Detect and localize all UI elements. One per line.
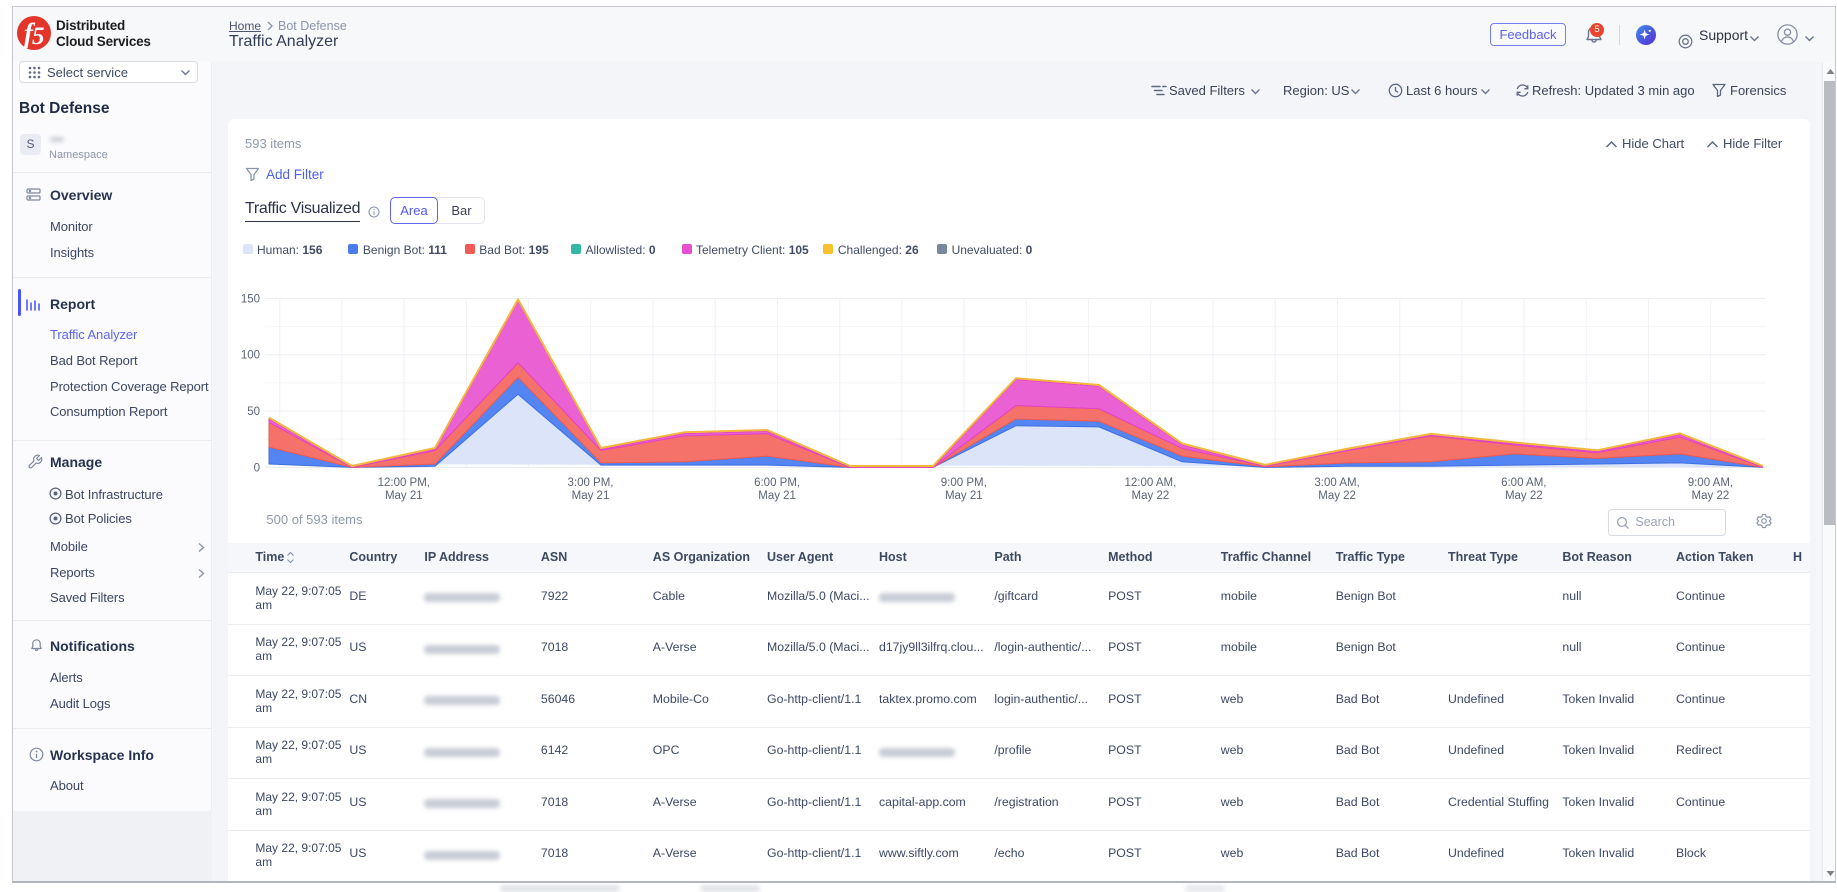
svg-text:6:00 PM,: 6:00 PM,: [754, 477, 800, 489]
svg-text:12:00 PM,: 12:00 PM,: [378, 477, 430, 489]
svg-text:May 21: May 21: [759, 490, 797, 502]
svg-text:May 21: May 21: [385, 490, 423, 502]
svg-text:5: 5: [32, 23, 45, 50]
svg-text:May 22: May 22: [1505, 490, 1543, 502]
svg-text:3:00 PM,: 3:00 PM,: [568, 477, 614, 489]
svg-text:50: 50: [248, 406, 261, 418]
svg-text:3:00 AM,: 3:00 AM,: [1315, 477, 1360, 489]
svg-text:May 22: May 22: [1132, 490, 1170, 502]
svg-text:12:00 AM,: 12:00 AM,: [1125, 477, 1177, 489]
svg-text:May 21: May 21: [945, 490, 983, 502]
svg-text:May 21: May 21: [572, 490, 610, 502]
svg-text:0: 0: [254, 462, 260, 474]
svg-text:9:00 PM,: 9:00 PM,: [941, 477, 987, 489]
svg-text:150: 150: [241, 294, 260, 306]
svg-text:6:00 AM,: 6:00 AM,: [1501, 477, 1546, 489]
svg-text:9:00 AM,: 9:00 AM,: [1688, 477, 1733, 489]
svg-text:May 22: May 22: [1692, 490, 1730, 502]
svg-text:100: 100: [241, 350, 260, 362]
svg-text:May 22: May 22: [1319, 490, 1357, 502]
